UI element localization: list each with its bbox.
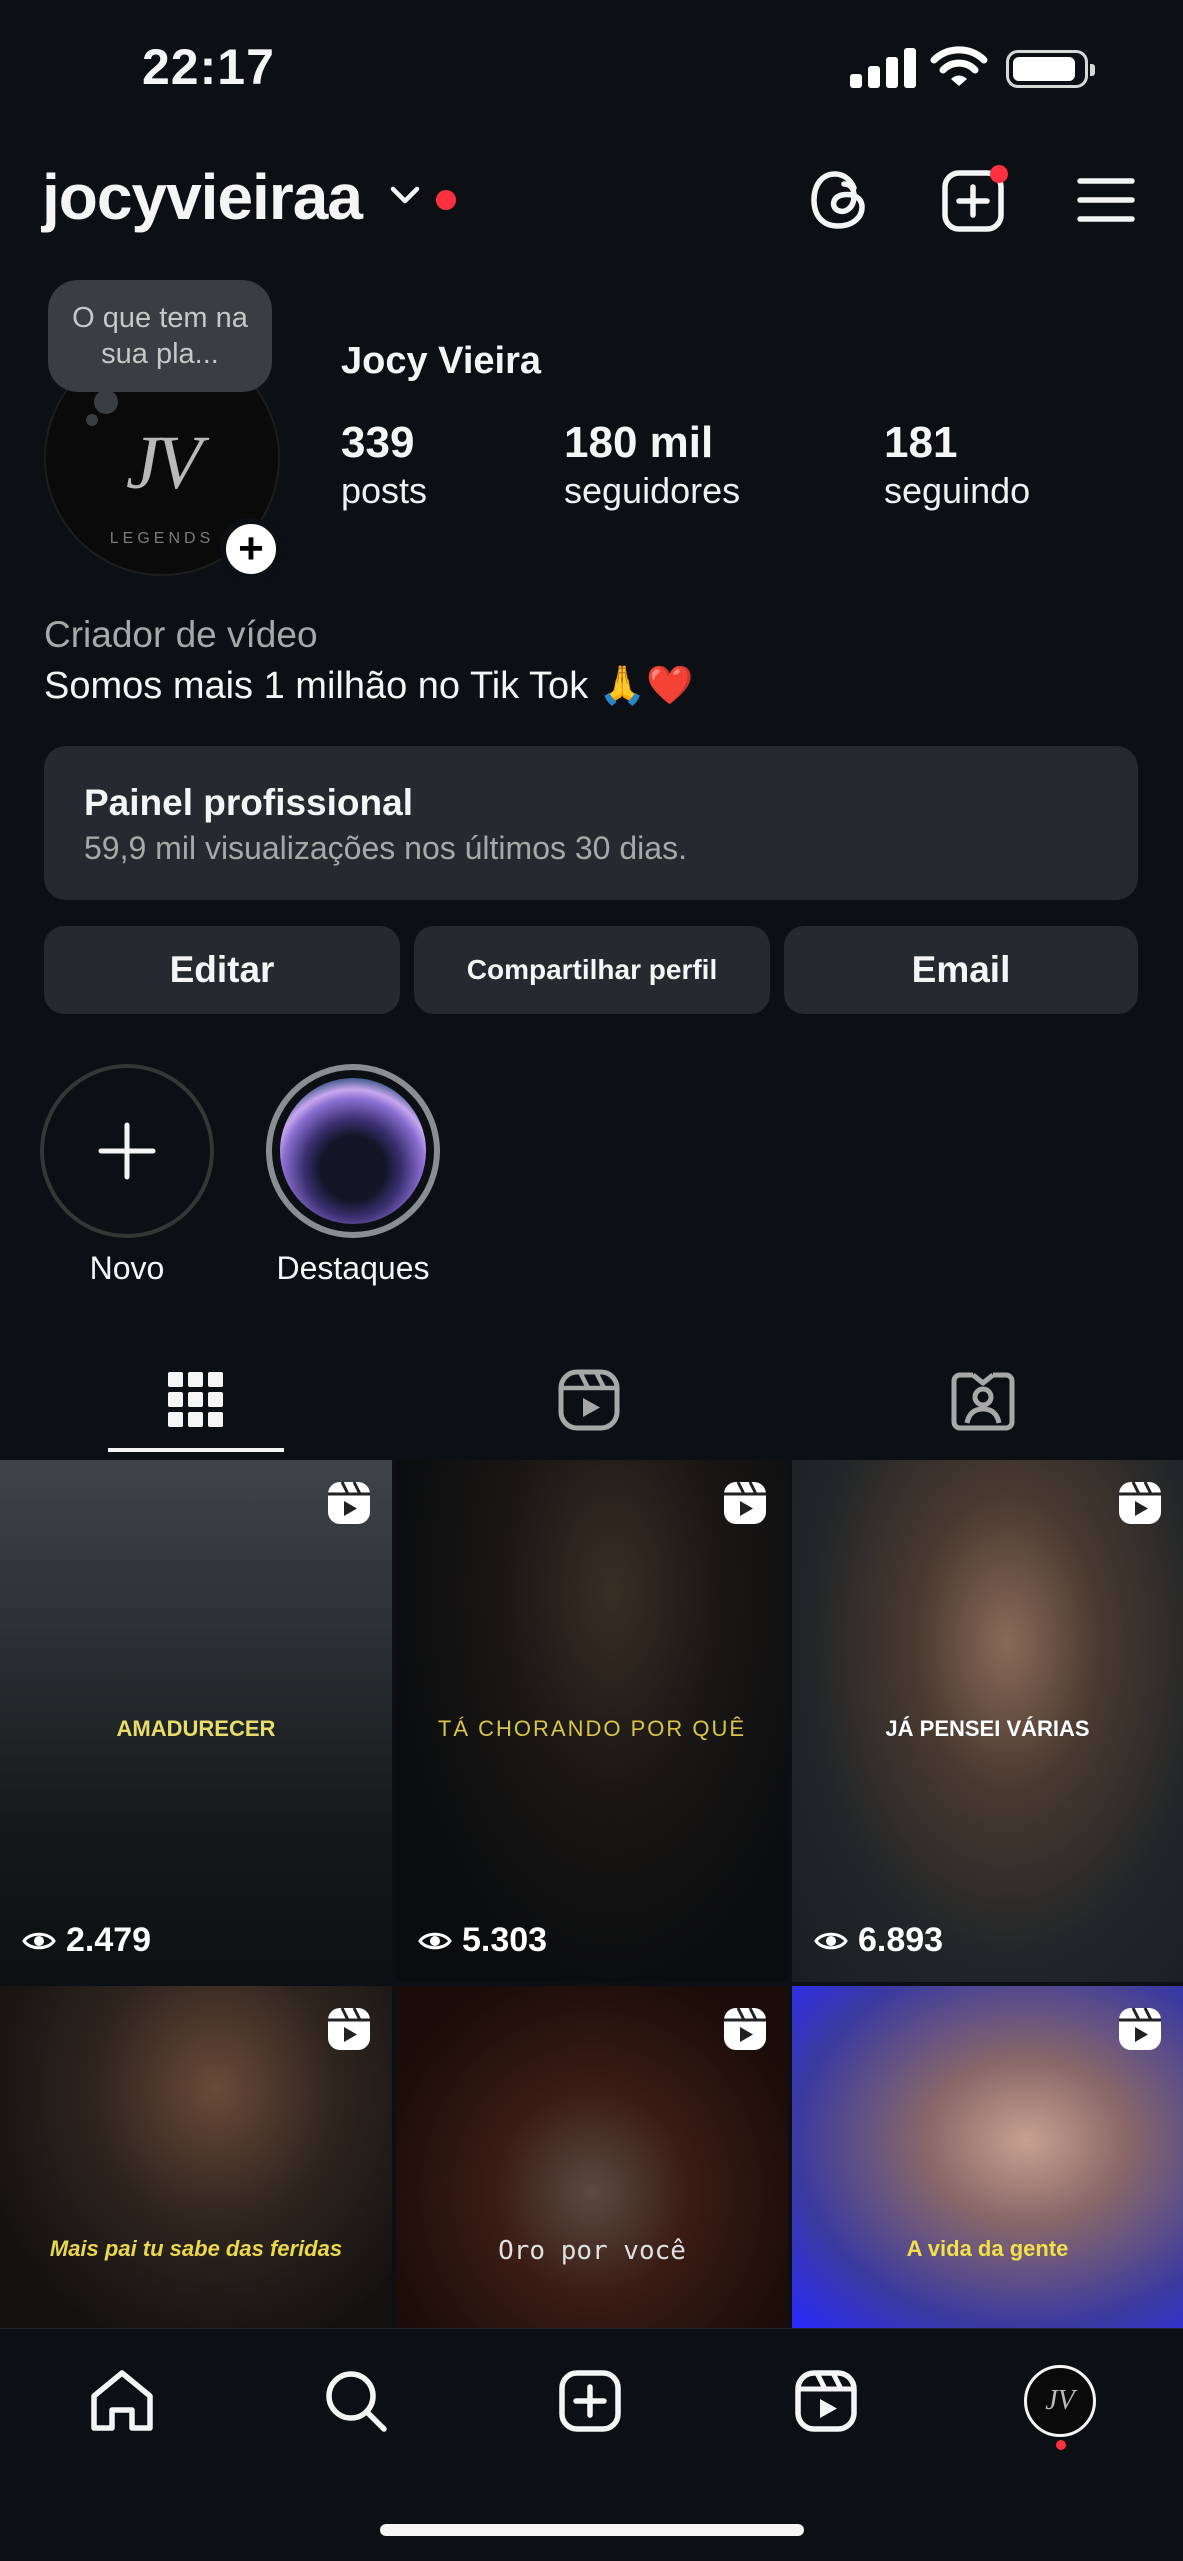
chevron-down-icon[interactable] (388, 183, 422, 207)
reel-icon (328, 1481, 370, 1524)
profile-notification-dot (1056, 2440, 1066, 2450)
menu-icon (1077, 178, 1135, 222)
post-tile[interactable]: AMADURECER 2.479 (0, 1460, 392, 1982)
active-tab-indicator (108, 1448, 284, 1452)
post-caption: Oro por você (498, 2236, 686, 2266)
reels-icon (795, 2370, 857, 2432)
nav-search[interactable] (306, 2356, 406, 2446)
profile-avatar-icon: JV (1024, 2365, 1096, 2437)
post-tile[interactable]: JÁ PENSEI VÁRIAS 6.893 (792, 1460, 1183, 1982)
create-icon (559, 2370, 621, 2432)
jv-logo: JV (125, 421, 202, 505)
post-tile[interactable]: Oro por você (396, 1986, 788, 2330)
following-count[interactable]: 181 (884, 418, 957, 468)
threads-button[interactable] (800, 160, 880, 240)
reel-icon (1119, 2007, 1161, 2050)
email-button[interactable]: Email (784, 926, 1138, 1014)
tagged-icon (951, 1372, 1015, 1431)
reel-icon (724, 2007, 766, 2050)
home-indicator (380, 2524, 804, 2536)
reels-icon (558, 1369, 620, 1431)
threads-icon (811, 171, 865, 229)
note-bubble[interactable]: O que tem na sua pla... (48, 280, 272, 426)
view-count-value: 5.303 (462, 1921, 548, 1959)
wifi-icon (930, 46, 988, 86)
reel-icon (1119, 1481, 1161, 1524)
post-caption: JÁ PENSEI VÁRIAS (885, 1716, 1090, 1741)
view-count: 5.303 (418, 1921, 547, 1960)
username-switcher[interactable]: jocyvieiraa (42, 160, 363, 234)
post-caption: TÁ CHORANDO POR QUÊ (437, 1716, 747, 1741)
followers-count[interactable]: 180 mil (564, 418, 713, 468)
view-count-value: 6.893 (858, 1921, 944, 1959)
nav-create[interactable] (540, 2356, 640, 2446)
create-button[interactable] (934, 160, 1014, 240)
display-name: Jocy Vieira (341, 340, 542, 382)
grid-icon (168, 1372, 223, 1427)
status-time: 22:17 (142, 39, 275, 95)
following-label[interactable]: seguindo (884, 470, 1030, 512)
new-highlight-button[interactable] (40, 1064, 214, 1238)
professional-dashboard[interactable]: Painel profissional 59,9 mil visualizaçõ… (44, 746, 1138, 900)
create-icon (942, 165, 1008, 232)
bio-category: Criador de vídeo (44, 614, 318, 655)
search-icon (326, 2371, 387, 2432)
cellular-signal-icon (850, 46, 916, 88)
post-caption: A vida da gente (906, 2236, 1069, 2261)
eye-icon (418, 1932, 452, 1949)
highlight-destaques[interactable] (266, 1064, 440, 1238)
view-count: 2.479 (22, 1921, 151, 1960)
post-tile[interactable]: TÁ CHORANDO POR QUÊ 5.303 (396, 1460, 788, 1982)
followers-label[interactable]: seguidores (564, 470, 740, 512)
professional-dashboard-subtitle: 59,9 mil visualizações nos últimos 30 di… (84, 830, 687, 866)
share-profile-button[interactable]: Compartilhar perfil (414, 926, 770, 1014)
bio-text: Somos mais 1 milhão no Tik Tok 🙏❤️ (44, 665, 694, 707)
highlight-label-new: Novo (89, 1250, 165, 1286)
post-tile[interactable]: Mais pai tu sabe das feridas (0, 1986, 392, 2330)
tab-grid[interactable] (141, 1360, 251, 1440)
edit-profile-button[interactable]: Editar (44, 926, 400, 1014)
highlight-cover-image (280, 1078, 426, 1224)
posts-label[interactable]: posts (341, 470, 427, 512)
tab-tagged[interactable] (928, 1360, 1038, 1440)
home-icon (91, 2370, 153, 2431)
nav-reels[interactable] (776, 2356, 876, 2446)
posts-count[interactable]: 339 (341, 418, 414, 468)
view-count-value: 2.479 (66, 1921, 152, 1959)
professional-dashboard-title: Painel profissional (84, 782, 413, 823)
nav-home[interactable] (72, 2356, 172, 2446)
eye-icon (814, 1932, 848, 1949)
view-count: 6.893 (814, 1921, 943, 1960)
reel-icon (328, 2007, 370, 2050)
post-tile[interactable]: A vida da gente (792, 1986, 1183, 2330)
add-story-plus-icon[interactable]: + (220, 518, 282, 580)
eye-icon (22, 1932, 56, 1949)
plus-icon (98, 1122, 156, 1180)
highlight-label-destaques: Destaques (276, 1250, 430, 1286)
reel-icon (724, 1481, 766, 1524)
menu-button[interactable] (1066, 160, 1146, 240)
post-caption: AMADURECER (116, 1716, 276, 1741)
account-notification-dot (436, 190, 456, 210)
post-caption: Mais pai tu sabe das feridas (49, 2236, 343, 2261)
tab-reels[interactable] (534, 1360, 644, 1440)
nav-profile[interactable]: JV (1010, 2356, 1110, 2446)
battery-icon (1006, 50, 1095, 88)
